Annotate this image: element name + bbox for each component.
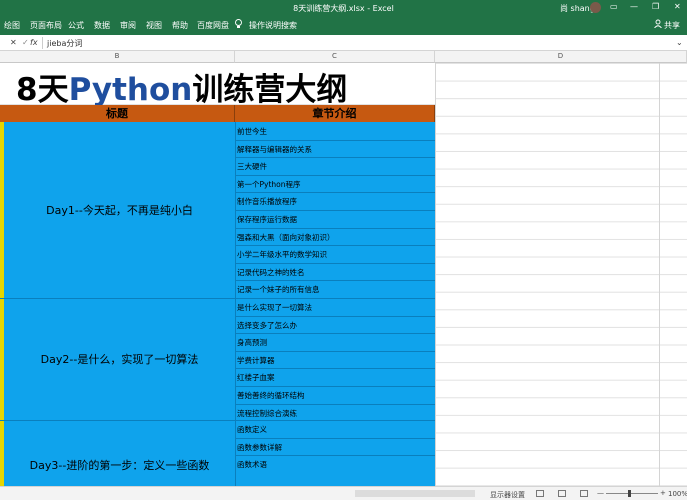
header-cell-title[interactable]: 标题 bbox=[0, 105, 235, 122]
outline-block bbox=[0, 122, 435, 486]
gridline bbox=[235, 192, 435, 194]
gridline bbox=[235, 245, 435, 247]
share-icon[interactable] bbox=[654, 19, 662, 30]
gridline bbox=[235, 403, 435, 405]
topic-cell[interactable]: 记录代码之神的姓名 bbox=[237, 267, 305, 278]
header-cell-chapters[interactable]: 章节介绍 bbox=[235, 105, 435, 122]
formula-bar: ✕ ✓ fx jieba分词 ⌄ bbox=[0, 35, 687, 51]
gridline bbox=[659, 63, 660, 486]
gridline bbox=[0, 298, 435, 299]
share-button[interactable]: 共享 bbox=[664, 20, 680, 31]
zoom-slider-thumb[interactable] bbox=[628, 490, 631, 497]
divider bbox=[42, 37, 43, 49]
topic-cell[interactable]: 选择变多了怎么办 bbox=[237, 320, 297, 331]
topic-cell[interactable]: 小学二年级水平的数学知识 bbox=[237, 249, 327, 260]
tab-data[interactable]: 数据 bbox=[94, 20, 110, 31]
topic-cell[interactable]: 前世今生 bbox=[237, 126, 267, 137]
topic-cell[interactable]: 是什么实现了一切算法 bbox=[237, 302, 312, 313]
page-layout-view-icon[interactable] bbox=[558, 490, 566, 497]
topic-cell[interactable]: 记录一个妹子的所有信息 bbox=[237, 284, 320, 295]
gridline bbox=[235, 139, 435, 141]
close-button[interactable]: ✕ bbox=[674, 2, 681, 11]
topic-cell[interactable]: 学费计算器 bbox=[237, 355, 275, 366]
horizontal-scrollbar[interactable] bbox=[355, 490, 475, 497]
topic-cell[interactable]: 保存程序运行数据 bbox=[237, 214, 297, 225]
gridline bbox=[235, 386, 435, 387]
column-header-c[interactable]: C bbox=[235, 51, 435, 63]
gridline bbox=[235, 437, 435, 439]
topic-cell[interactable]: 函数定义 bbox=[237, 424, 267, 435]
tab-page-layout[interactable]: 页面布局 bbox=[30, 20, 62, 31]
topic-cell[interactable]: 解释器与编辑器的关系 bbox=[237, 144, 312, 155]
day3-label[interactable]: Day3--进阶的第一步：定义一些函数 bbox=[4, 457, 235, 473]
gridline bbox=[235, 227, 435, 229]
tab-review[interactable]: 审阅 bbox=[120, 20, 136, 31]
formula-input[interactable]: jieba分词 bbox=[47, 38, 82, 49]
ribbon-tabs: 绘图 页面布局 公式 数据 审阅 视图 帮助 百度网盘 操作说明搜索 共享 bbox=[0, 15, 687, 35]
insert-function-button[interactable]: fx bbox=[30, 38, 38, 47]
gridline bbox=[235, 122, 236, 486]
status-bar: 显示器设置 — + 100% bbox=[0, 486, 687, 500]
gridline bbox=[235, 280, 435, 282]
gridline bbox=[235, 368, 435, 370]
column-header-b[interactable]: B bbox=[0, 51, 235, 63]
topic-cell[interactable]: 善始善终的循环结构 bbox=[237, 390, 305, 401]
display-settings-button[interactable]: 显示器设置 bbox=[490, 490, 525, 500]
topic-cell[interactable]: 制作音乐播放程序 bbox=[237, 196, 297, 207]
page-break-view-icon[interactable] bbox=[580, 490, 588, 497]
tab-view[interactable]: 视图 bbox=[146, 20, 162, 31]
tab-baidu-netdisk[interactable]: 百度网盘 bbox=[197, 20, 229, 31]
sheet-title[interactable]: 8天Python训练营大纲 bbox=[16, 64, 347, 109]
title-part-python: Python bbox=[68, 72, 193, 108]
topic-cell[interactable]: 身高预测 bbox=[237, 337, 267, 348]
day2-label[interactable]: Day2--是什么，实现了一切算法 bbox=[4, 351, 235, 367]
topic-cell[interactable]: 红楼子血案 bbox=[237, 372, 275, 383]
ribbon-display-icon[interactable]: ▭ bbox=[610, 2, 618, 11]
gridline bbox=[235, 350, 435, 352]
topic-cell[interactable]: 函数参数详解 bbox=[237, 442, 282, 453]
restore-button[interactable]: ❐ bbox=[652, 2, 659, 11]
gridline bbox=[235, 157, 435, 159]
gridline bbox=[435, 63, 436, 486]
topic-cell[interactable]: 强森和大黑（面向对象初识） bbox=[237, 232, 335, 243]
tell-me-search[interactable]: 操作说明搜索 bbox=[249, 20, 297, 31]
gridline bbox=[235, 174, 435, 176]
tab-help[interactable]: 帮助 bbox=[172, 20, 188, 31]
gridline bbox=[235, 262, 435, 264]
gridline bbox=[235, 315, 435, 317]
column-header-d[interactable]: D bbox=[435, 51, 687, 63]
topic-cell[interactable]: 流程控制综合演练 bbox=[237, 408, 297, 419]
normal-view-icon[interactable] bbox=[536, 490, 544, 497]
gridline bbox=[0, 420, 435, 421]
zoom-in-button[interactable]: + bbox=[660, 489, 666, 497]
minimize-button[interactable]: — bbox=[630, 2, 638, 11]
tab-draw[interactable]: 绘图 bbox=[4, 20, 20, 31]
title-bar: 8天训练营大纲.xlsx - Excel 尚 shang ▭ — ❐ ✕ bbox=[0, 0, 687, 15]
day1-label[interactable]: Day1--今天起，不再是纯小白 bbox=[4, 202, 235, 218]
title-part-3: 训练营大纲 bbox=[192, 72, 348, 108]
zoom-out-button[interactable]: — bbox=[597, 489, 604, 497]
expand-formula-bar-icon[interactable]: ⌄ bbox=[676, 38, 683, 47]
gridline bbox=[235, 210, 435, 211]
zoom-slider[interactable] bbox=[606, 493, 658, 494]
title-part-1: 8天 bbox=[16, 72, 69, 108]
tab-formulas[interactable]: 公式 bbox=[68, 20, 84, 31]
selection-border bbox=[0, 420, 4, 486]
cancel-icon[interactable]: ✕ bbox=[10, 38, 17, 47]
gridline bbox=[235, 455, 435, 457]
enter-icon[interactable]: ✓ bbox=[22, 38, 29, 47]
topic-cell[interactable]: 三大硬件 bbox=[237, 161, 267, 172]
gridline bbox=[235, 333, 435, 335]
topic-cell[interactable]: 函数术语 bbox=[237, 459, 267, 470]
avatar[interactable] bbox=[590, 2, 601, 13]
topic-cell[interactable]: 第一个Python程序 bbox=[237, 179, 301, 190]
lightbulb-icon bbox=[235, 19, 242, 31]
zoom-level[interactable]: 100% bbox=[668, 490, 687, 498]
